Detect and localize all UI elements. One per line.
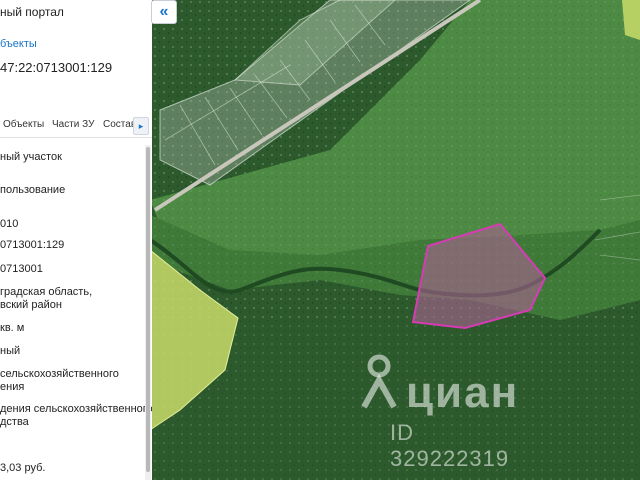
field-permitted-line2: дства: [0, 416, 29, 428]
field-address-line2: вский район: [0, 299, 62, 311]
field-number: 0713001:129: [0, 239, 65, 251]
double-chevron-left-icon: «: [159, 3, 169, 20]
field-status: ный: [0, 345, 21, 357]
field-address-line1: градская область,: [0, 286, 93, 298]
field-cost: 3,03 руб.: [0, 462, 46, 474]
field-area-unit: кв. м: [0, 322, 25, 334]
tab-composition[interactable]: Состав: [103, 119, 136, 130]
collapse-panel-button[interactable]: «: [151, 0, 177, 24]
tab-parts[interactable]: Части ЗУ: [52, 119, 94, 130]
field-category-line2: ения: [0, 381, 25, 393]
portal-title: ный портал: [0, 5, 64, 19]
tab-objects[interactable]: Объекты: [3, 119, 44, 130]
watermark-id: ID 329222319: [390, 420, 510, 471]
info-panel: ный портал бъекты 47:22:0713001:129 Объе…: [0, 0, 152, 480]
objects-link[interactable]: бъекты: [0, 38, 37, 50]
field-category-line1: сельскохозяйственного: [0, 368, 119, 380]
cian-logo-icon: [361, 354, 397, 409]
panel-scrollbar-thumb[interactable]: [146, 147, 150, 472]
tab-next-button[interactable]: ▸: [133, 117, 149, 135]
field-quarter: 0713001: [0, 263, 43, 275]
field-code: 010: [0, 218, 19, 230]
cadastral-number: 47:22:0713001:129: [0, 60, 113, 75]
watermark-brand: циан: [406, 368, 520, 417]
field-usage: пользование: [0, 184, 66, 196]
field-permitted-line1: дения сельскохозяйственного: [0, 403, 152, 415]
tabs-bar: Объекты Части ЗУ Состав: [0, 113, 152, 138]
field-type: ный участок: [0, 151, 62, 163]
